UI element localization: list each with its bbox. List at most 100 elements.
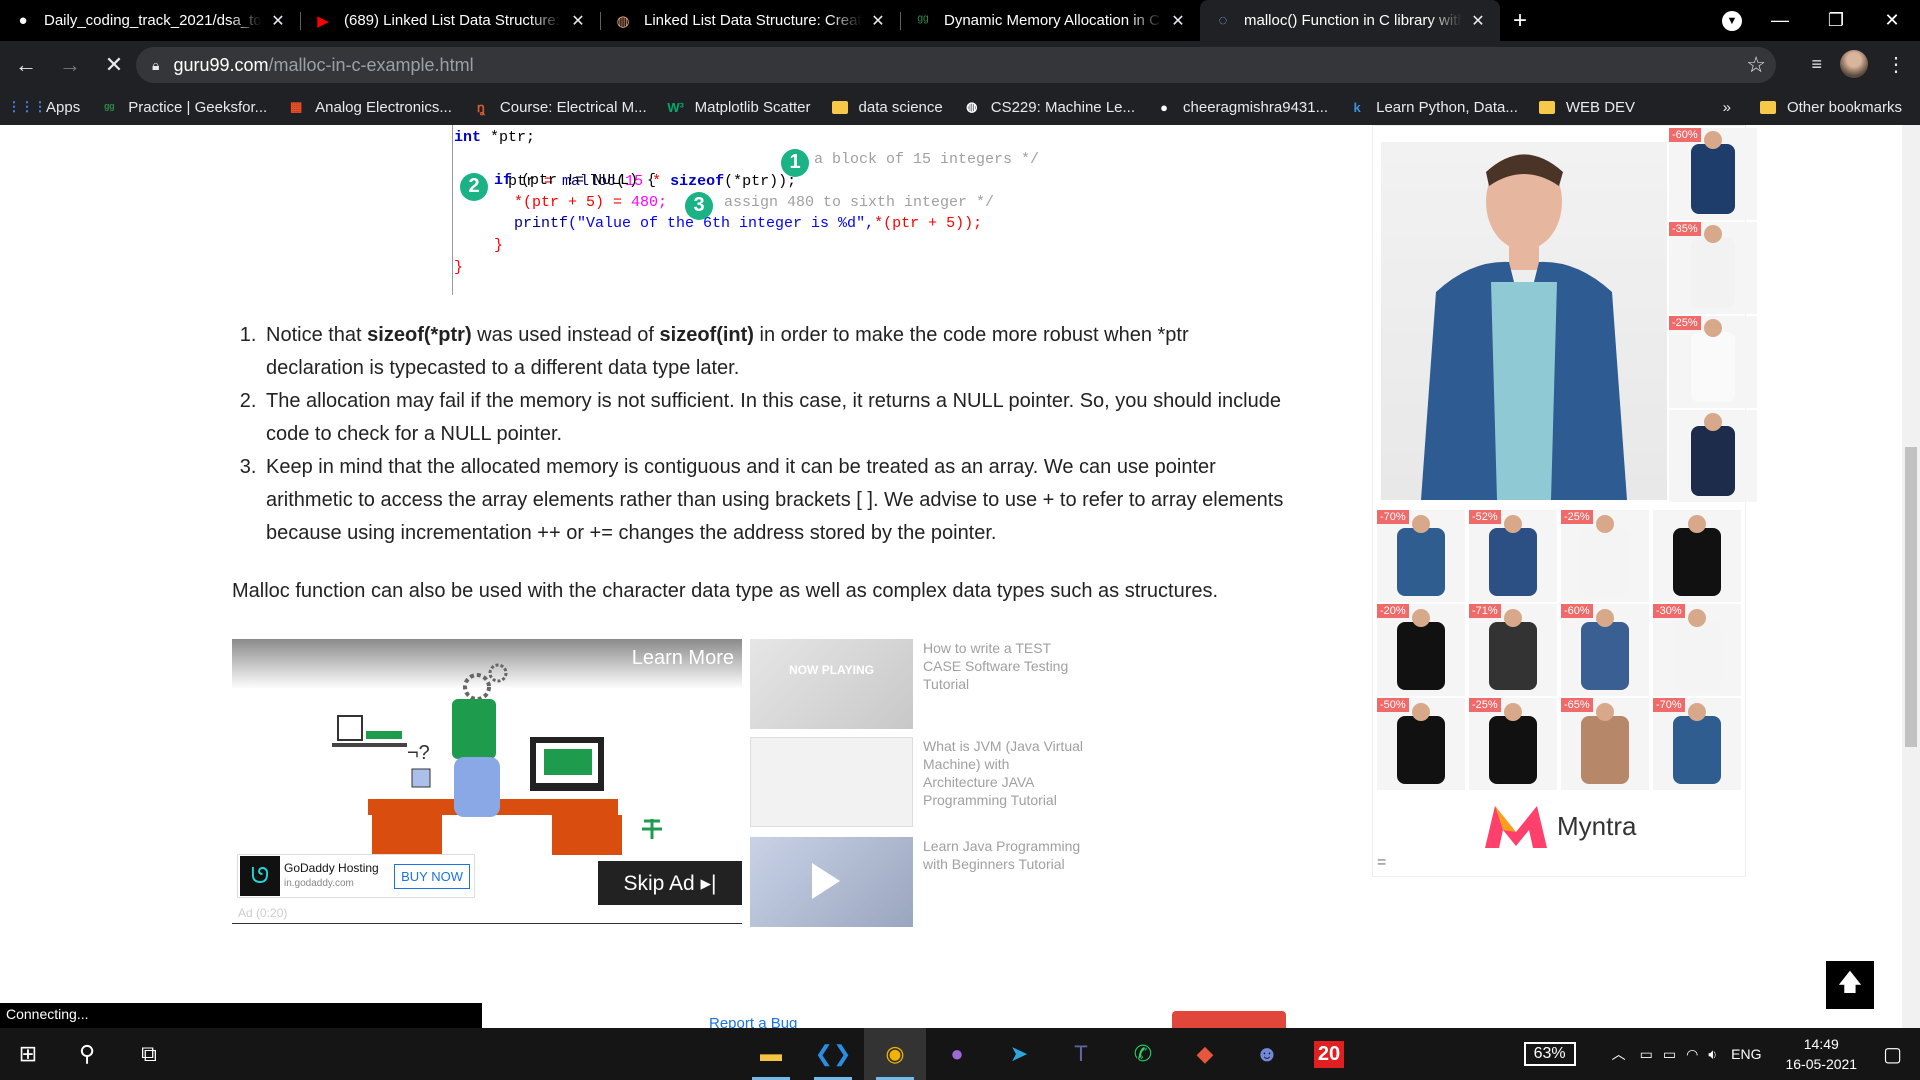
tab-2[interactable]: ▶ (689) Linked List Data Structure: C ✕	[300, 0, 600, 41]
product-thumbnail[interactable]: -70%	[1653, 698, 1741, 790]
godaddy-banner[interactable]: ᘎ GoDaddy Hosting in.godaddy.com BUY NOW	[237, 854, 475, 898]
clock[interactable]: 14:49 16-05-2021	[1785, 1034, 1857, 1074]
bookmark-6[interactable]: data science	[831, 98, 943, 116]
close-tab-icon[interactable]: ✕	[268, 11, 288, 31]
display-icon[interactable]: ▭	[1663, 1046, 1676, 1063]
bookmark-10[interactable]: WEB DEV	[1538, 98, 1635, 116]
network-icon[interactable]: ▭	[1640, 1046, 1653, 1063]
page-scrollbar[interactable]	[1902, 125, 1920, 1028]
tab-3[interactable]: ◍ Linked List Data Structure: Creati ✕	[600, 0, 900, 41]
video-ad[interactable]: Learn More ¬? ᘎ GoDaddy Hosting in.godadd…	[232, 639, 742, 924]
chrome-icon[interactable]: ◉	[864, 1028, 926, 1080]
bookmark-label: Practice | Geeksfor...	[128, 98, 268, 116]
close-window-icon[interactable]: ✕	[1864, 10, 1920, 31]
whatsapp-icon[interactable]: ✆	[1112, 1028, 1174, 1080]
wifi-icon[interactable]: ◠	[1686, 1046, 1698, 1063]
product-thumbnail[interactable]: -25%	[1561, 510, 1649, 602]
product-image[interactable]	[1381, 142, 1667, 500]
language-indicator[interactable]: ENG	[1731, 1046, 1761, 1062]
product-thumbnail[interactable]: -60%	[1561, 604, 1649, 696]
search-icon[interactable]: ⚲	[56, 1028, 118, 1080]
close-tab-icon[interactable]: ✕	[868, 11, 888, 31]
stop-loading-icon[interactable]: ✕	[96, 47, 132, 83]
other-bookmarks[interactable]: Other bookmarks	[1759, 98, 1902, 116]
reading-list-icon[interactable]: ≡	[1811, 54, 1822, 75]
feedback-button[interactable]	[1172, 1011, 1286, 1028]
buy-now-button[interactable]: BUY NOW	[394, 864, 470, 889]
list-item: Notice that sizeof(*ptr) was used instea…	[262, 319, 1286, 385]
bookmark-1[interactable]: ⋮⋮⋮ Apps	[8, 98, 81, 116]
teams-icon[interactable]: T	[1050, 1028, 1112, 1080]
ad-menu-icon[interactable]: =	[1377, 854, 1386, 872]
discord-icon[interactable]: ☻	[1236, 1028, 1298, 1080]
tab-1[interactable]: ● Daily_coding_track_2021/dsa_top ✕	[0, 0, 300, 41]
back-icon[interactable]: ←	[8, 47, 44, 83]
product-thumbnail[interactable]	[1653, 510, 1741, 602]
browser-toolbar: ← → ✕ 🔒︎ guru99.com/malloc-in-c-example.…	[0, 41, 1920, 89]
product-thumbnail[interactable]: -71%	[1469, 604, 1557, 696]
minimize-icon[interactable]: —	[1752, 10, 1808, 31]
bookmarks-overflow[interactable]: »	[1723, 99, 1731, 116]
video-title[interactable]: What is JVM (Java Virtual Machine) with …	[923, 737, 1083, 809]
product-thumbnail[interactable]: -50%	[1377, 698, 1465, 790]
telegram-icon[interactable]: ➤	[988, 1028, 1050, 1080]
bookmark-3[interactable]: ▦ Analog Electronics...	[287, 98, 452, 116]
file-explorer-icon[interactable]: ▬	[740, 1028, 802, 1080]
tab-search-icon[interactable]: ▼	[1722, 11, 1742, 31]
new-tab-button[interactable]: +	[1500, 0, 1540, 41]
windows-taskbar: ⊞ ⚲ ⧉ ▬ ❮❯ ◉ ● ➤ T ✆ ◆ ☻ 20 63% ︿ ▭ ▭ ◠ …	[0, 1028, 1920, 1080]
bookmark-4[interactable]: ꬼ Course: Electrical M...	[472, 98, 647, 116]
forward-icon[interactable]: →	[52, 47, 88, 83]
vscode-icon[interactable]: ❮❯	[802, 1028, 864, 1080]
microsoft-icon: ▦	[290, 99, 303, 114]
lock-icon[interactable]: 🔒︎	[152, 57, 159, 74]
play-icon[interactable]	[812, 863, 840, 899]
report-bug-link[interactable]: Report a Bug	[709, 1015, 797, 1028]
product-thumbnail[interactable]: -70%	[1377, 510, 1465, 602]
code-block: int *ptr; ptr = malloc(15 * sizeof(*ptr)…	[444, 125, 1084, 295]
product-thumbnail[interactable]: -25%	[1669, 316, 1757, 408]
bookmark-star-icon[interactable]: ☆	[1746, 52, 1766, 78]
product-thumbnail[interactable]	[1669, 410, 1757, 502]
profile-avatar[interactable]	[1840, 50, 1868, 78]
bookmark-2[interactable]: ᵍᵍ Practice | Geeksfor...	[100, 98, 267, 116]
address-bar[interactable]: 🔒︎ guru99.com/malloc-in-c-example.html ☆	[136, 47, 1776, 83]
bookmark-7[interactable]: ◍ CS229: Machine Le...	[963, 98, 1135, 116]
close-tab-icon[interactable]: ✕	[1168, 11, 1188, 31]
bookmark-5[interactable]: W³ Matplotlib Scatter	[667, 98, 810, 116]
battery-indicator[interactable]: 63%	[1523, 1042, 1576, 1066]
scroll-to-top-button[interactable]: 🡅︎	[1826, 961, 1874, 1009]
tab-4[interactable]: ᵍᵍ Dynamic Memory Allocation in C ✕	[900, 0, 1200, 41]
product-thumbnail[interactable]: -20%	[1377, 604, 1465, 696]
menu-kebab-icon[interactable]: ⋮	[1886, 52, 1906, 77]
bookmark-8[interactable]: ● cheeragmishra9431...	[1155, 98, 1328, 116]
tab-5[interactable]: ◌ malloc() Function in C library with ✕	[1200, 0, 1500, 41]
git-icon[interactable]: ◆	[1174, 1028, 1236, 1080]
product-thumbnail[interactable]: -65%	[1561, 698, 1649, 790]
product-thumbnail[interactable]: -52%	[1469, 510, 1557, 602]
video-title[interactable]: Learn Java Programming with Beginners Tu…	[923, 837, 1083, 873]
product-thumbnail[interactable]: -25%	[1469, 698, 1557, 790]
skip-ad-button[interactable]: Skip Ad ▸|	[598, 861, 742, 905]
app-badge-icon[interactable]: 20	[1298, 1028, 1360, 1080]
bookmark-9[interactable]: k Learn Python, Data...	[1348, 98, 1517, 116]
product-thumbnail[interactable]: -35%	[1669, 222, 1757, 314]
tray-overflow-icon[interactable]: ︿	[1612, 1044, 1626, 1064]
discount-badge: -65%	[1561, 698, 1593, 712]
restore-icon[interactable]: ❐	[1808, 10, 1864, 31]
video-title[interactable]: How to write a TEST CASE Software Testin…	[923, 639, 1083, 693]
video-item[interactable]: NOW PLAYING How to write a TEST CASE Sof…	[750, 639, 1080, 729]
task-view-icon[interactable]: ⧉	[118, 1028, 180, 1080]
volume-icon[interactable]: 🔉︎	[1708, 1046, 1717, 1063]
video-item[interactable]: Learn Java Programming with Beginners Tu…	[750, 837, 1080, 927]
product-thumbnail[interactable]: -30%	[1653, 604, 1741, 696]
start-icon[interactable]: ⊞	[0, 1028, 56, 1080]
myntra-logo[interactable]: Myntra	[1481, 802, 1636, 850]
video-item[interactable]: What is JVM (Java Virtual Machine) with …	[750, 737, 1083, 827]
product-thumbnail[interactable]: -60%	[1669, 128, 1757, 220]
close-tab-icon[interactable]: ✕	[568, 11, 588, 31]
sidebar-ad[interactable]: -60% -35% -25% -70% -52% -25% -20% -71% -60% -30…	[1372, 125, 1757, 877]
github-desktop-icon[interactable]: ●	[926, 1028, 988, 1080]
close-tab-icon[interactable]: ✕	[1468, 11, 1488, 31]
notifications-icon[interactable]: ▢	[1883, 1042, 1902, 1067]
